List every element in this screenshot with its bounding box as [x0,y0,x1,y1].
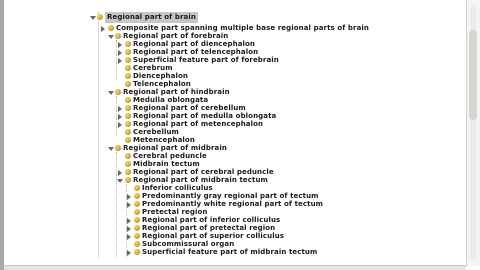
class-icon [134,193,140,199]
class-icon [125,113,131,119]
collapse-toggle-icon[interactable] [108,35,114,39]
expand-toggle-icon[interactable] [118,106,122,112]
class-icon [125,105,131,111]
collapse-toggle-icon[interactable] [108,91,114,95]
expand-toggle-icon[interactable] [127,234,131,240]
class-icon [134,241,140,247]
expand-toggle-icon[interactable] [127,202,131,208]
class-icon [115,145,121,151]
class-icon [134,233,140,239]
class-icon [134,225,140,231]
class-icon [125,49,131,55]
class-icon [115,33,121,39]
tree-label: Regional part of brain [105,12,198,23]
class-icon [134,185,140,191]
class-icon [125,41,131,47]
class-icon [125,177,131,183]
class-icon [125,153,131,159]
tree-guide-line [116,96,117,136]
collapse-toggle-icon[interactable] [90,16,96,20]
expand-toggle-icon[interactable] [127,226,131,232]
class-icon [125,97,131,103]
class-icon [134,201,140,207]
horizontal-scrollbar[interactable] [4,265,466,270]
class-icon [134,209,140,215]
class-icon [125,121,131,127]
collapse-toggle-icon[interactable] [108,147,114,151]
tree-guide-line [116,152,117,258]
class-icon [125,73,131,79]
expand-toggle-icon[interactable] [127,250,131,256]
expand-toggle-icon[interactable] [118,58,122,64]
class-icon [108,25,114,31]
expand-toggle-icon[interactable] [118,50,122,56]
expand-toggle-icon[interactable] [118,122,122,128]
class-icon [125,169,131,175]
scrollbar-thumb[interactable] [469,30,477,120]
class-icon [125,57,131,63]
expand-toggle-icon[interactable] [118,114,122,120]
expand-toggle-icon[interactable] [101,26,105,32]
expand-toggle-icon[interactable] [118,42,122,48]
expand-toggle-icon[interactable] [118,170,122,176]
tree-guide-line [116,40,117,80]
tree-guide-line [98,12,99,258]
class-icon [125,161,131,167]
class-icon [115,89,121,95]
expand-toggle-icon[interactable] [127,218,131,224]
class-icon [125,65,131,71]
class-icon [97,14,103,20]
collapse-toggle-icon[interactable] [117,179,123,183]
tree-label: Superficial feature part of midbrain tec… [142,248,318,256]
vertical-scrollbar[interactable] [466,0,480,266]
class-icon [134,249,140,255]
class-icon [125,129,131,135]
class-icon [134,217,140,223]
expand-toggle-icon[interactable] [127,194,131,200]
class-tree[interactable]: Regional part of brain Composite part sp… [4,0,466,266]
